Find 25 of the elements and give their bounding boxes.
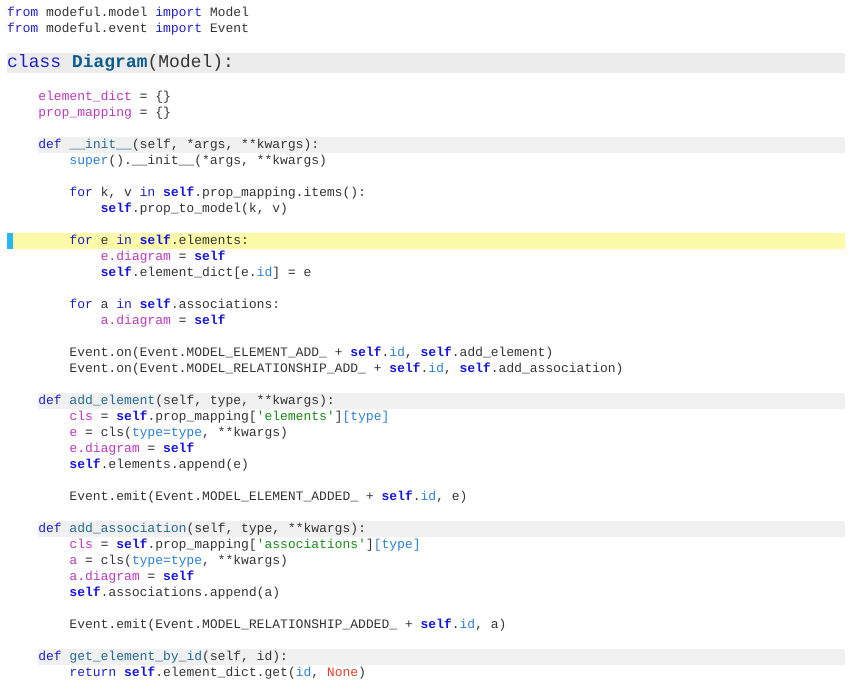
code-line: from modeful.event import Event [7, 21, 249, 37]
code-line: cls = self.prop_mapping['elements'][type] [69, 409, 390, 425]
code-line: self.associations.append(a) [69, 585, 280, 601]
code-line: Event.on(Event.MODEL_RELATIONSHIP_ADD_ + self.id, self.add_association) [69, 361, 624, 377]
code-line: a.diagram = self [100, 313, 226, 329]
code-line: for a in self.associations: [69, 297, 280, 313]
code-line: Event.emit(Event.MODEL_ELEMENT_ADDED_ + self.id, e) [69, 489, 468, 505]
code-line: super().__init__(*args, **kwargs) [69, 153, 327, 169]
code-line: cls = self.prop_mapping['associations'][type] [69, 537, 420, 553]
code-line: for e in self.elements: [69, 233, 249, 249]
code-line: for k, v in self.prop_mapping.items(): [69, 185, 366, 201]
code-line: self.prop_to_model(k, v) [100, 201, 288, 217]
code-line: self.elements.append(e) [69, 457, 249, 473]
code-line: e.diagram = self [100, 249, 226, 265]
code-line: a.diagram = self [69, 569, 194, 585]
code-line: return self.element_dict.get(id, None) [69, 665, 366, 681]
code-line: from modeful.model import Model [7, 5, 249, 21]
code-line: a = cls(type=type, **kwargs) [69, 553, 288, 569]
code-line: prop_mapping = {} [38, 105, 171, 121]
code-line: e.diagram = self [69, 441, 194, 457]
code-line: Event.on(Event.MODEL_ELEMENT_ADD_ + self.id, self.add_element) [69, 345, 554, 361]
code-line: element_dict = {} [38, 89, 171, 105]
code-line: self.element_dict[e.id] = e [100, 265, 312, 281]
code-line: e = cls(type=type, **kwargs) [69, 425, 288, 441]
code-line: Event.emit(Event.MODEL_RELATIONSHIP_ADDED_ + self.id, a) [69, 617, 506, 633]
